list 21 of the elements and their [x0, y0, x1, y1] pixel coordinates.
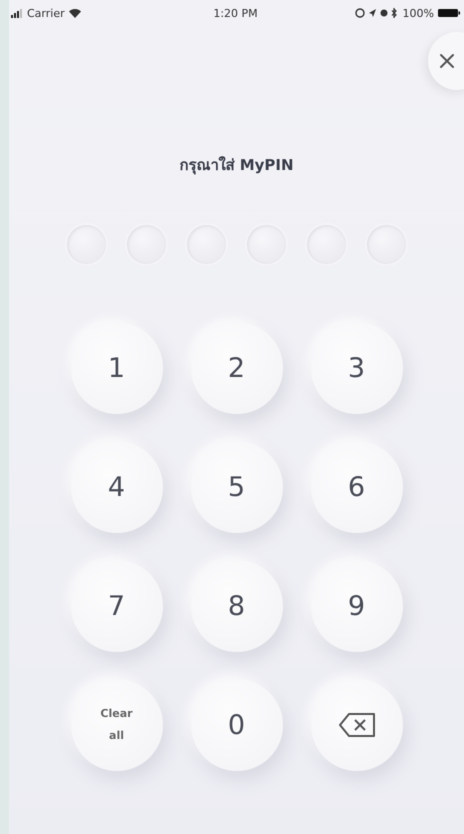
backspace-icon: [338, 712, 376, 738]
digit-key[interactable]: 0: [190, 679, 282, 771]
digit-key[interactable]: 1: [70, 322, 162, 414]
digit-key[interactable]: 2: [190, 322, 282, 414]
digit-key[interactable]: 4: [70, 441, 162, 533]
status-time: 1:20 PM: [213, 6, 258, 20]
battery-icon: [438, 8, 460, 18]
digit-key[interactable]: 6: [310, 441, 402, 533]
status-icons-drawing: [354, 8, 399, 18]
pin-prompt: กรุณาใส่ MyPIN: [178, 155, 295, 176]
close-icon: [439, 53, 455, 69]
digit-key[interactable]: 9: [310, 560, 402, 652]
carrier-name: Carrier: [27, 6, 65, 20]
digit-key[interactable]: 8: [190, 560, 282, 652]
battery-percent: 100%: [402, 6, 434, 20]
digit-key[interactable]: 3: [310, 322, 402, 414]
clear-all-button[interactable]: Clear all: [70, 679, 162, 771]
digit-key[interactable]: 7: [70, 560, 162, 652]
wifi-icon: [68, 8, 81, 18]
digit-key[interactable]: 5: [190, 441, 282, 533]
signal-icon: [11, 8, 23, 18]
